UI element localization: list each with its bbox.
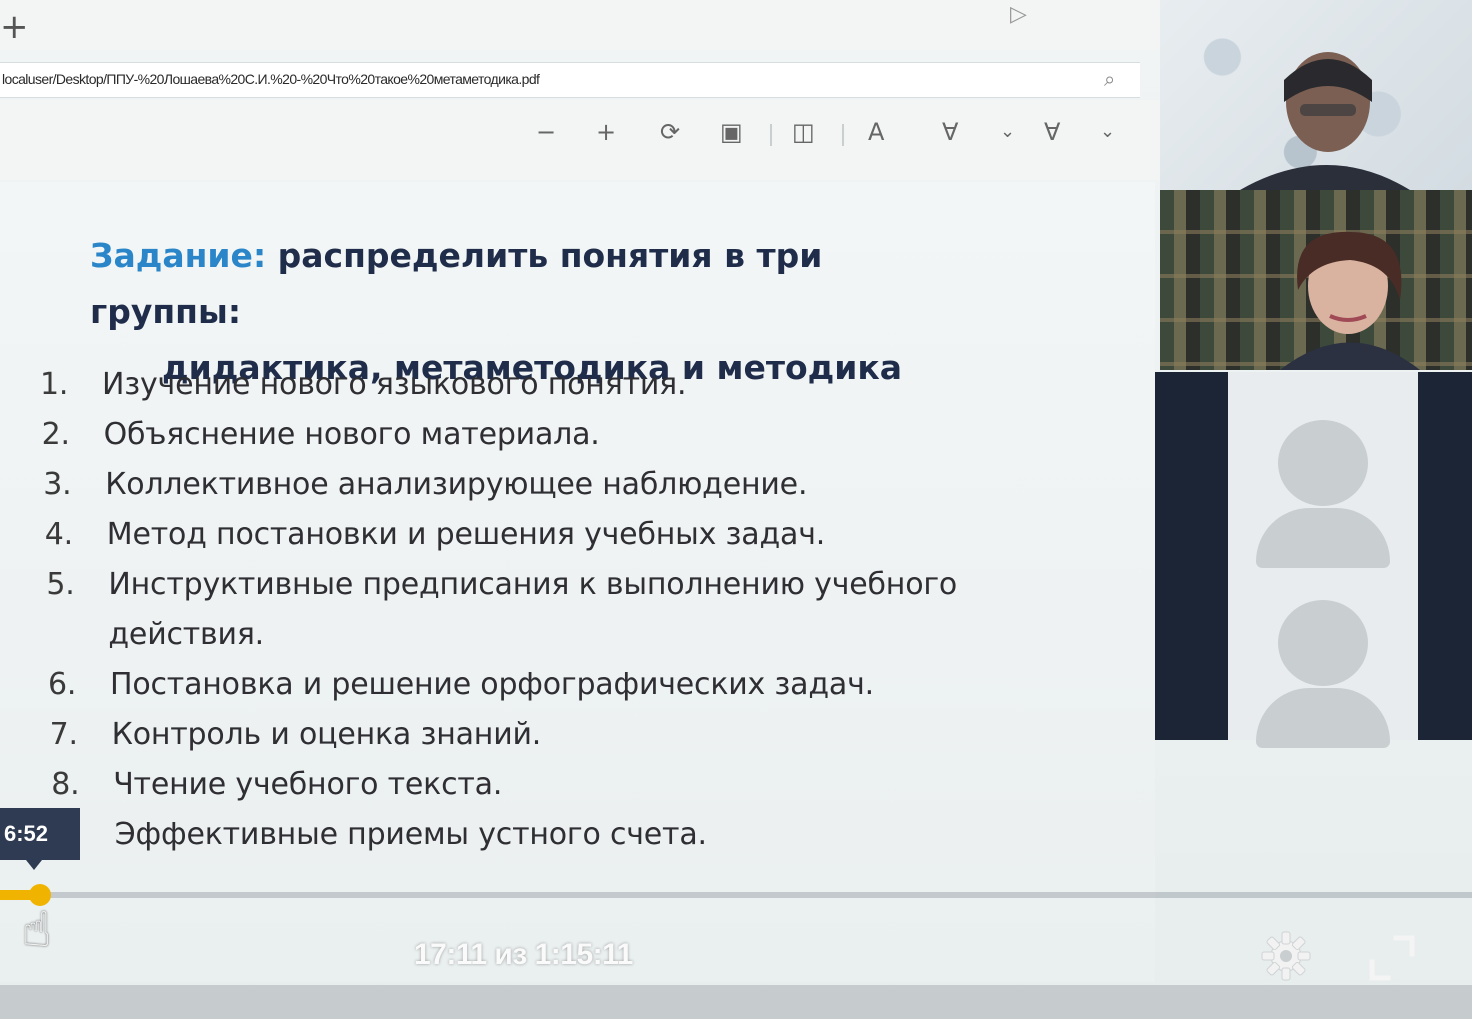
slide-title-highlight: Задание: <box>90 236 267 275</box>
task-text: Чтение учебного текста. <box>113 767 503 802</box>
avatar-head <box>1278 420 1368 506</box>
task-list: 1. Изучение нового языкового понятия. 2. Об… <box>40 360 1040 860</box>
task-item-1: 1. Изучение нового языкового понятия. <box>40 360 1040 410</box>
task-text: Постановка и решение орфографических зад… <box>110 667 874 702</box>
zoom-out-button[interactable]: − <box>536 118 556 146</box>
task-number: 1. <box>40 367 69 402</box>
task-item-3: 3. Коллективное анализирующее наблюдение. <box>40 460 1040 510</box>
toolbar-separator <box>770 124 772 146</box>
screen: + ▷ localuser/Desktop/ППУ-%20Лошаева%20С… <box>0 0 1472 1019</box>
hand-cursor-icon: ☝ <box>22 902 52 958</box>
progress-track[interactable] <box>0 892 1472 898</box>
highlight-icon[interactable]: ∀ <box>942 118 958 146</box>
zoom-in-button[interactable]: + <box>596 118 616 146</box>
task-text: Контроль и оценка знаний. <box>111 717 542 752</box>
avatar-body <box>1256 688 1390 748</box>
search-icon[interactable]: ⌕ <box>1104 67 1115 91</box>
bottom-strip <box>0 985 1472 1019</box>
task-item-6: 6. Постановка и решение орфографических з… <box>40 660 1040 710</box>
task-number: 5. <box>46 567 75 602</box>
task-number: 4. <box>44 517 74 552</box>
task-text: Метод постановки и решения учебных задач… <box>106 517 826 552</box>
task-item-2: 2. Объяснение нового материала. <box>40 410 1040 460</box>
task-number: 2. <box>41 417 70 452</box>
task-item-5: 5. Инструктивные предписания к выполнению… <box>40 560 1040 660</box>
rotate-icon[interactable]: ⟳ <box>660 118 680 146</box>
task-item-8: 8. Чтение учебного текста. <box>40 760 1040 810</box>
participant-avatars-card <box>1228 372 1418 748</box>
task-number: 6. <box>48 667 77 702</box>
highlight-menu-chevron-icon[interactable]: ⌄ <box>1000 118 1015 146</box>
task-text: Объяснение нового материала. <box>103 417 600 452</box>
toolbar-separator <box>842 124 844 146</box>
participant-1-silhouette <box>1240 52 1410 190</box>
avatar-body <box>1256 508 1390 568</box>
task-item-9: 9.Эффективные приемы устного счета. <box>40 810 1040 860</box>
participant-2-silhouette <box>1280 231 1420 370</box>
task-text: Изучение нового языкового понятия. <box>102 367 687 402</box>
read-aloud-icon[interactable]: A <box>868 118 884 146</box>
task-text: Эффективные приемы устного счета. <box>114 817 707 852</box>
fullscreen-icon[interactable] <box>1366 932 1418 984</box>
address-bar[interactable]: localuser/Desktop/ППУ-%20Лошаева%20С.И.%… <box>0 62 1140 98</box>
draw-icon[interactable]: ∀ <box>1044 118 1060 146</box>
task-number: 8. <box>51 767 80 802</box>
page-view-icon[interactable]: ◫ <box>792 118 815 146</box>
time-display: 17:11 из 1:15:11 <box>414 938 633 971</box>
task-text: Инструктивные предписания к выполнению у… <box>108 567 958 652</box>
pdf-toolbar <box>0 100 1160 180</box>
draw-menu-chevron-icon[interactable]: ⌄ <box>1100 118 1115 146</box>
task-item-4: 4. Метод постановки и решения учебных зад… <box>40 510 1040 560</box>
address-text: localuser/Desktop/ППУ-%20Лошаева%20С.И.%… <box>2 71 540 87</box>
gear-icon[interactable] <box>1258 928 1314 984</box>
task-number: 7. <box>49 717 78 752</box>
browser-tab-strip <box>0 0 1160 50</box>
avatar-head <box>1278 600 1368 686</box>
task-number: 3. <box>43 467 72 502</box>
fit-page-icon[interactable]: ▣ <box>720 118 743 146</box>
task-text: Коллективное анализирующее наблюдение. <box>105 467 808 502</box>
task-item-7: 7. Контроль и оценка знаний. <box>40 710 1040 760</box>
plus-icon[interactable]: + <box>0 10 29 44</box>
hover-time-tooltip: 6:52 <box>0 808 80 870</box>
play-icon[interactable]: ▷ <box>1010 2 1027 27</box>
